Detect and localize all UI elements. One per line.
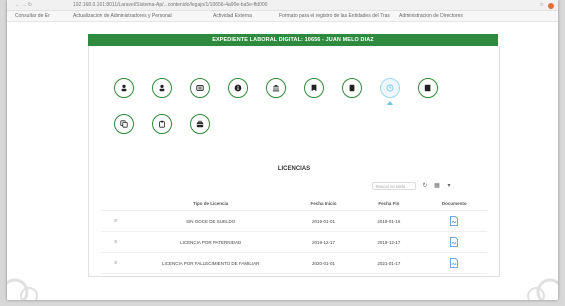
start-date: 2019-01-01: [290, 210, 357, 232]
expand-row-icon[interactable]: ≡: [114, 239, 117, 245]
user-icon: [121, 84, 127, 92]
copy-icon: [120, 120, 128, 128]
id-card-icon: [196, 85, 204, 91]
licenses-table: Tipo de Licencia Fecha Inicio Fecha Fin …: [101, 196, 487, 274]
ornament-decoration: [527, 278, 558, 300]
table-row: ≡ SIN GOCE DE SUELDO 2019-01-01 2019-01-…: [101, 210, 487, 232]
refresh-icon[interactable]: ↻: [421, 182, 429, 190]
license-type: LICENCIA POR FALLECIMIENTO DE FAMILIAR: [130, 252, 291, 274]
bookmark-icon: [311, 84, 317, 92]
end-date: 2019-01-16: [356, 210, 422, 232]
columns-icon[interactable]: ▦: [433, 182, 441, 190]
browser-actions: ☆: [540, 0, 554, 10]
search-input[interactable]: Buscar en tabla: [372, 182, 416, 190]
column-header[interactable]: Fecha Fin: [356, 196, 422, 211]
institution-button[interactable]: [266, 78, 286, 98]
license-type: SIN GOCE DE SUELDO: [130, 210, 291, 232]
pdf-document-icon[interactable]: [450, 215, 459, 226]
bookmark-item[interactable]: Actividad Externa: [213, 11, 252, 21]
address-bar[interactable]: ← → ↻ 192.168.0.161:8011/Laravel/Sistema…: [7, 0, 558, 11]
bookmark-item[interactable]: Formato para el registro de las Entidade…: [279, 11, 390, 21]
file-icon: [349, 84, 355, 92]
bookmark-item[interactable]: Consultar de Er: [15, 11, 50, 21]
export-icon[interactable]: ▾: [445, 182, 453, 190]
bookmark-button[interactable]: [304, 78, 324, 98]
section-title: LICENCIAS: [277, 166, 311, 172]
table-row: ≡ LICENCIA POR PATERNIDAD 2019-12-17 201…: [101, 231, 487, 253]
book-button[interactable]: [418, 78, 438, 98]
user-button[interactable]: [114, 78, 134, 98]
nav-arrows[interactable]: ← → ↻: [15, 0, 32, 10]
info-button[interactable]: [228, 78, 248, 98]
briefcase-icon: [196, 120, 204, 128]
table-row: ≡ LICENCIA POR FALLECIMIENTO DE FAMILIAR…: [101, 252, 487, 274]
clock-icon: [386, 84, 394, 92]
column-header[interactable]: Fecha Inicio: [290, 196, 357, 211]
active-indicator: [387, 101, 393, 105]
pdf-document-icon[interactable]: [450, 257, 459, 268]
user-button[interactable]: [152, 78, 172, 98]
id-card-button[interactable]: [190, 78, 210, 98]
file-button[interactable]: [342, 78, 362, 98]
end-date: 2019-12-17: [356, 231, 422, 253]
clipboard-icon: [159, 120, 165, 128]
column-header[interactable]: Documento: [421, 196, 487, 211]
bookmark-item[interactable]: Actualizacion de Administradores y Perso…: [73, 11, 172, 21]
end-date: 2021-01-17: [356, 252, 422, 274]
column-header[interactable]: Tipo de Licencia: [130, 196, 291, 211]
ornament-decoration: [7, 278, 38, 300]
page-title: EXPEDIENTE LABORAL DIGITAL: 10656 - JUAN…: [88, 34, 498, 46]
bookmark-item[interactable]: Administracion de Directores: [399, 11, 463, 21]
briefcase-button[interactable]: [190, 114, 210, 134]
expand-row-icon[interactable]: ≡: [114, 260, 117, 266]
user-icon: [159, 84, 165, 92]
bookmarks-bar: Consultar de Er Actualizacion de Adminis…: [7, 11, 558, 22]
pdf-document-icon[interactable]: [450, 236, 459, 247]
start-date: 2019-12-17: [290, 231, 357, 253]
book-icon: [424, 84, 431, 92]
institution-icon: [272, 84, 280, 92]
clipboard-button[interactable]: [152, 114, 172, 134]
info-icon: [234, 84, 242, 92]
clock-button-active[interactable]: [380, 78, 400, 98]
expand-row-icon[interactable]: ≡: [114, 218, 117, 224]
copy-button[interactable]: [114, 114, 134, 134]
table-header-row: Tipo de Licencia Fecha Inicio Fecha Fin …: [101, 196, 487, 211]
license-type: LICENCIA POR PATERNIDAD: [130, 231, 291, 253]
profile-avatar[interactable]: [548, 3, 554, 9]
browser-window: ← → ↻ 192.168.0.161:8011/Laravel/Sistema…: [7, 0, 558, 300]
expediente-panel: LICENCIAS Buscar en tabla ↻ ▦ ▾ Tipo de …: [88, 46, 500, 277]
url-text[interactable]: 192.168.0.161:8011/Laravel/Sistema-Ap/..…: [73, 0, 403, 10]
star-icon[interactable]: ☆: [540, 0, 544, 10]
expand-column-header: [101, 196, 131, 211]
start-date: 2020-01-01: [290, 252, 357, 274]
